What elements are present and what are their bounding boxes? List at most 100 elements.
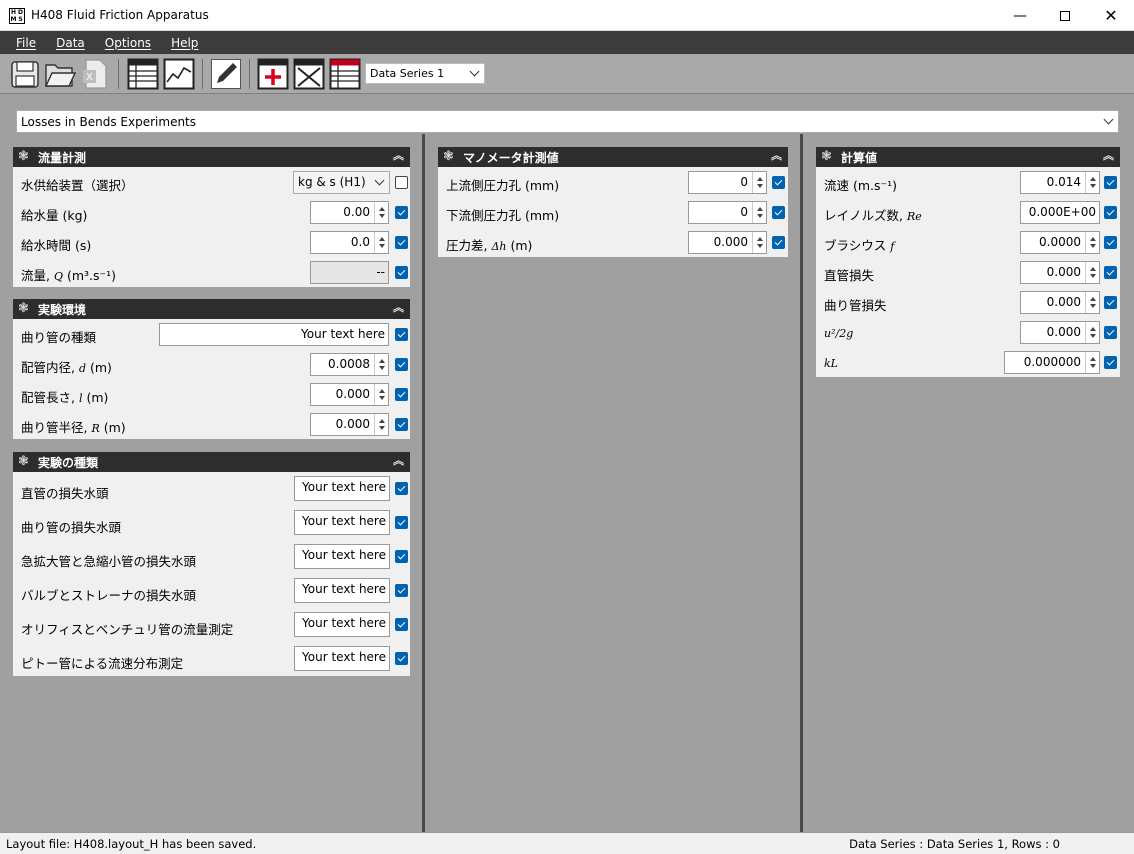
collapse-icon[interactable]: ︽ — [393, 302, 404, 314]
menu-options[interactable]: Options — [95, 36, 161, 50]
blasius-checkbox[interactable] — [1104, 236, 1117, 249]
experiment-select[interactable]: Losses in Bends Experiments — [16, 110, 1119, 133]
spin-up-icon[interactable] — [379, 359, 385, 363]
spin-up-icon[interactable] — [379, 389, 385, 393]
spin-down-icon[interactable] — [379, 396, 385, 400]
open-button[interactable] — [43, 57, 77, 91]
spin-down-icon[interactable] — [1090, 364, 1096, 368]
flow-panel-header[interactable]: ❃ 流量計測 ︽ — [13, 147, 410, 167]
spin-up-icon[interactable] — [757, 207, 763, 211]
series-table-button[interactable] — [328, 57, 362, 91]
pressure-diff-input[interactable]: 0.000 — [688, 231, 767, 254]
spin-up-icon[interactable] — [379, 207, 385, 211]
spin-down-icon[interactable] — [1090, 334, 1096, 338]
spin-down-icon[interactable] — [379, 214, 385, 218]
spin-down-icon[interactable] — [1090, 274, 1096, 278]
flow-rate-checkbox[interactable] — [395, 266, 408, 279]
add-row-button[interactable] — [256, 57, 290, 91]
straight-loss-checkbox[interactable] — [1104, 266, 1117, 279]
data-series-select[interactable]: Data Series 1 — [365, 63, 485, 84]
menu-file[interactable]: File — [6, 36, 46, 50]
minimize-button[interactable]: — — [997, 0, 1043, 31]
collapse-icon[interactable]: ︽ — [1103, 150, 1114, 162]
velocity-head-output[interactable]: 0.000 — [1020, 321, 1100, 344]
menu-data[interactable]: Data — [46, 36, 95, 50]
experiment-type-input[interactable]: Your text here — [294, 544, 390, 569]
experiment-type-input[interactable]: Your text here — [294, 510, 390, 535]
spin-down-icon[interactable] — [379, 366, 385, 370]
experiment-type-input[interactable]: Your text here — [294, 476, 390, 501]
maximize-button[interactable] — [1042, 0, 1088, 31]
spin-up-icon[interactable] — [1090, 177, 1096, 181]
straight-loss-output[interactable]: 0.000 — [1020, 261, 1100, 284]
bend-loss-output[interactable]: 0.000 — [1020, 291, 1100, 314]
water-supply-select[interactable]: kg & s (H1) — [293, 171, 390, 194]
pipe-diameter-checkbox[interactable] — [395, 358, 408, 371]
bend-radius-input[interactable]: 0.000 — [310, 413, 389, 436]
table-view-button[interactable] — [126, 57, 160, 91]
blasius-output[interactable]: 0.0000 — [1020, 231, 1100, 254]
pipe-length-input[interactable]: 0.000 — [310, 383, 389, 406]
bend-radius-checkbox[interactable] — [395, 418, 408, 431]
spin-down-icon[interactable] — [757, 244, 763, 248]
pipe-diameter-input[interactable]: 0.0008 — [310, 353, 389, 376]
bend-type-checkbox[interactable] — [395, 328, 408, 341]
spin-down-icon[interactable] — [1090, 184, 1096, 188]
collapse-icon[interactable]: ︽ — [771, 150, 782, 162]
spin-up-icon[interactable] — [757, 177, 763, 181]
bend-loss-checkbox[interactable] — [1104, 296, 1117, 309]
spin-up-icon[interactable] — [379, 419, 385, 423]
manometer-panel-header[interactable]: ❃ マノメータ計測値 ︽ — [438, 147, 788, 167]
water-mass-input[interactable]: 0.00 — [310, 201, 389, 224]
spin-up-icon[interactable] — [379, 237, 385, 241]
environment-panel-header[interactable]: ❃ 実験環境 ︽ — [13, 299, 410, 319]
experiment-type-checkbox[interactable] — [395, 482, 408, 495]
velocity-checkbox[interactable] — [1104, 176, 1117, 189]
upstream-pressure-checkbox[interactable] — [772, 176, 785, 189]
water-time-input[interactable]: 0.0 — [310, 231, 389, 254]
spin-up-icon[interactable] — [757, 237, 763, 241]
downstream-pressure-checkbox[interactable] — [772, 206, 785, 219]
spin-up-icon[interactable] — [1090, 357, 1096, 361]
experiment-types-panel-header[interactable]: ❃ 実験の種類 ︽ — [13, 452, 410, 472]
upstream-pressure-input[interactable]: 0 — [688, 171, 767, 194]
export-excel-button[interactable]: X — [78, 57, 112, 91]
experiment-type-checkbox[interactable] — [395, 584, 408, 597]
experiment-type-input[interactable]: Your text here — [294, 646, 390, 671]
water-mass-checkbox[interactable] — [395, 206, 408, 219]
spin-down-icon[interactable] — [1090, 244, 1096, 248]
spin-down-icon[interactable] — [1090, 304, 1096, 308]
close-button[interactable]: ✕ — [1088, 0, 1134, 31]
spin-up-icon[interactable] — [1090, 297, 1096, 301]
water-supply-checkbox[interactable] — [395, 176, 408, 189]
experiment-type-checkbox[interactable] — [395, 652, 408, 665]
spin-down-icon[interactable] — [379, 244, 385, 248]
spin-up-icon[interactable] — [1090, 237, 1096, 241]
save-button[interactable] — [8, 57, 42, 91]
pipe-length-checkbox[interactable] — [395, 388, 408, 401]
experiment-type-input[interactable]: Your text here — [294, 578, 390, 603]
loss-coefficient-checkbox[interactable] — [1104, 356, 1117, 369]
spin-down-icon[interactable] — [757, 184, 763, 188]
water-time-checkbox[interactable] — [395, 236, 408, 249]
spin-down-icon[interactable] — [379, 426, 385, 430]
calculated-panel-header[interactable]: ❃ 計算値 ︽ — [816, 147, 1120, 167]
menu-help[interactable]: Help — [161, 36, 208, 50]
experiment-type-checkbox[interactable] — [395, 516, 408, 529]
bend-type-input[interactable]: Your text here — [159, 323, 389, 346]
experiment-type-input[interactable]: Your text here — [294, 612, 390, 637]
velocity-output[interactable]: 0.014 — [1020, 171, 1100, 194]
reynolds-output[interactable]: 0.000E+00 — [1020, 201, 1100, 224]
downstream-pressure-input[interactable]: 0 — [688, 201, 767, 224]
collapse-icon[interactable]: ︽ — [393, 455, 404, 467]
collapse-icon[interactable]: ︽ — [393, 150, 404, 162]
delete-row-button[interactable] — [292, 57, 326, 91]
pressure-diff-checkbox[interactable] — [772, 236, 785, 249]
spin-up-icon[interactable] — [1090, 327, 1096, 331]
loss-coefficient-output[interactable]: 0.000000 — [1004, 351, 1100, 374]
reynolds-checkbox[interactable] — [1104, 206, 1117, 219]
experiment-type-checkbox[interactable] — [395, 618, 408, 631]
spin-down-icon[interactable] — [757, 214, 763, 218]
velocity-head-checkbox[interactable] — [1104, 326, 1117, 339]
graph-view-button[interactable] — [162, 57, 196, 91]
